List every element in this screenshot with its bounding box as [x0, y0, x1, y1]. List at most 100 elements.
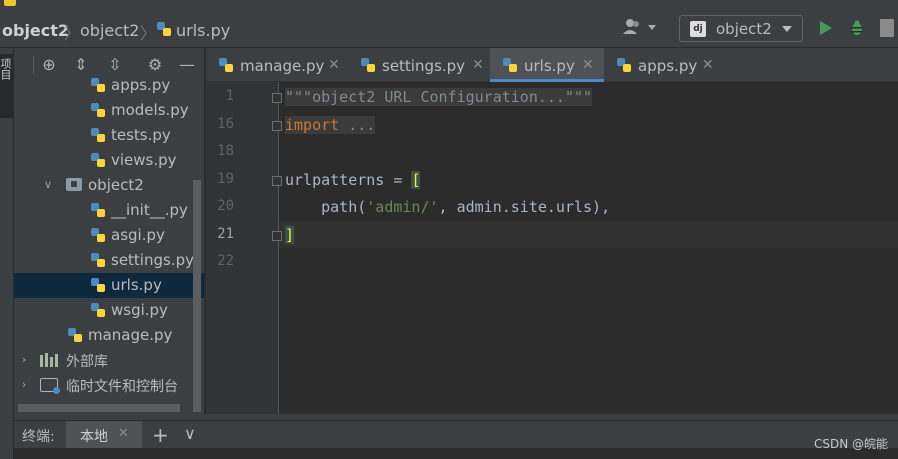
breadcrumb-folder[interactable]: object2	[80, 21, 139, 40]
line-number: 22	[217, 253, 234, 269]
project-tool-tab[interactable]: 项目	[0, 54, 13, 118]
breadcrumb-project[interactable]: object2	[2, 21, 69, 40]
tree-item-label: apps.py	[111, 76, 171, 94]
fold-collapse-icon[interactable]	[272, 176, 282, 186]
tree-item-label: __init__.py	[111, 201, 188, 219]
tree-item-external-libraries[interactable]: › 外部库	[14, 348, 204, 373]
package-folder-icon	[66, 178, 82, 191]
close-icon[interactable]: ✕	[472, 57, 484, 73]
tree-item-object2-folder[interactable]: ∨ object2	[14, 173, 204, 198]
fold-expand-icon[interactable]	[272, 93, 282, 103]
tab-label: urls.py	[524, 57, 575, 75]
hide-panel-icon[interactable]: —	[178, 56, 196, 74]
tab-label: settings.py	[382, 57, 465, 75]
code-line-16: import ...	[285, 112, 376, 138]
python-file-icon	[90, 102, 106, 118]
folded-ellipsis: ...	[339, 116, 376, 134]
terminal-title: 终端:	[22, 429, 55, 445]
tree-item-label: settings.py	[111, 251, 194, 269]
chevron-down-icon[interactable]: ∨	[44, 179, 54, 190]
line-number-current: 21	[217, 226, 234, 242]
run-configuration-select[interactable]: dj object2	[679, 15, 803, 42]
tree-item-label: manage.py	[88, 326, 173, 344]
close-icon[interactable]: ✕	[328, 57, 340, 73]
tree-item-label: tests.py	[111, 126, 171, 144]
tree-item-tests-py[interactable]: tests.py	[14, 123, 204, 148]
breadcrumb-separator: 〉	[64, 24, 81, 43]
python-file-icon	[90, 127, 106, 143]
current-line-highlight	[279, 222, 898, 248]
folded-imports[interactable]: import ...	[285, 116, 376, 134]
code-line-20: path('admin/', admin.site.urls),	[285, 194, 610, 220]
python-file-icon	[90, 77, 106, 93]
python-file-icon	[616, 57, 632, 73]
library-icon	[40, 353, 58, 367]
code-text: urlpatterns =	[285, 171, 412, 189]
python-file-icon	[218, 57, 234, 73]
collapse-all-icon[interactable]: ⇳	[106, 56, 124, 74]
tree-item-label: views.py	[111, 151, 177, 169]
gear-icon[interactable]: ⚙	[146, 56, 164, 74]
terminal-tab-label: 本地	[80, 429, 108, 445]
tree-item-views-py[interactable]: views.py	[14, 148, 204, 173]
tab-urls-py[interactable]: urls.py ✕	[490, 48, 604, 82]
line-number: 19	[217, 171, 234, 187]
line-number: 16	[217, 116, 234, 132]
terminal-header: 终端: 本地 ✕ + ∨	[14, 420, 898, 449]
chevron-right-icon[interactable]: ›	[22, 379, 32, 390]
matched-bracket: ]	[285, 226, 295, 244]
tree-item-apps-py[interactable]: apps.py	[14, 73, 204, 98]
code-line-1: """object2 URL Configuration..."""	[285, 84, 593, 110]
terminal-tab-local[interactable]: 本地 ✕	[66, 421, 142, 449]
chevron-down-icon[interactable]: ∨	[184, 424, 196, 443]
tab-label: apps.py	[638, 57, 698, 75]
run-icon[interactable]	[820, 21, 832, 35]
fold-expand-icon[interactable]	[272, 121, 282, 131]
add-terminal-button[interactable]: +	[152, 423, 169, 447]
tab-label: manage.py	[240, 57, 325, 75]
toolbar-divider	[33, 56, 34, 74]
user-icon[interactable]	[622, 18, 658, 38]
project-panel-horizontal-scrollbar[interactable]	[18, 404, 180, 412]
close-icon[interactable]: ✕	[582, 57, 594, 73]
expand-all-icon[interactable]: ⇕	[72, 56, 90, 74]
python-file-icon	[360, 57, 376, 73]
tab-apps-py[interactable]: apps.py ✕	[604, 48, 724, 82]
python-file-icon	[90, 277, 106, 293]
tab-settings-py[interactable]: settings.py ✕	[348, 48, 490, 82]
tree-item-settings-py[interactable]: settings.py	[14, 248, 204, 273]
tree-item-models-py[interactable]: models.py	[14, 98, 204, 123]
tree-item-scratches[interactable]: › 临时文件和控制台	[14, 373, 204, 398]
fold-end-icon[interactable]	[272, 231, 282, 241]
locate-file-icon[interactable]: ⊕	[40, 56, 58, 74]
tab-manage-py[interactable]: manage.py ✕	[206, 48, 348, 82]
tree-item-label: wsgi.py	[111, 301, 168, 319]
close-icon[interactable]: ✕	[702, 57, 714, 73]
debug-bug-icon[interactable]	[849, 20, 865, 36]
code-line-21: ]	[285, 222, 295, 248]
breadcrumb-separator: 〉	[140, 24, 157, 43]
folded-docstring[interactable]: """object2 URL Configuration..."""	[285, 88, 593, 106]
tree-item-wsgi-py[interactable]: wsgi.py	[14, 298, 204, 323]
terminal-body[interactable]	[14, 448, 898, 459]
code-editor[interactable]: 1 16 18 19 20 21 22 """object2 URL Confi…	[206, 82, 898, 414]
editor-gutter: 1 16 18 19 20 21 22	[206, 82, 279, 414]
tree-item-init-py[interactable]: __init__.py	[14, 198, 204, 223]
python-file-icon	[90, 302, 106, 318]
code-text: , admin.site.urls),	[438, 198, 611, 216]
tree-item-asgi-py[interactable]: asgi.py	[14, 223, 204, 248]
python-file-icon	[90, 152, 106, 168]
menu-bar	[0, 0, 898, 7]
python-file-icon	[502, 57, 518, 73]
chevron-right-icon[interactable]: ›	[22, 354, 32, 365]
navigation-bar: object2 〉 object2 〉 urls.py dj object2	[0, 7, 898, 48]
project-panel: ⊕ ⇕ ⇳ ⚙ — apps.py models.py tests.py vie…	[14, 48, 204, 414]
close-icon[interactable]: ✕	[118, 426, 129, 441]
tree-item-manage-py[interactable]: manage.py	[14, 323, 204, 348]
matched-bracket: [	[411, 171, 421, 189]
breadcrumb-file[interactable]: urls.py	[176, 21, 230, 40]
tree-item-urls-py[interactable]: urls.py	[14, 273, 204, 298]
python-file-icon	[67, 327, 83, 343]
more-actions-icon[interactable]	[880, 19, 894, 37]
project-panel-vertical-scrollbar[interactable]	[193, 180, 201, 412]
